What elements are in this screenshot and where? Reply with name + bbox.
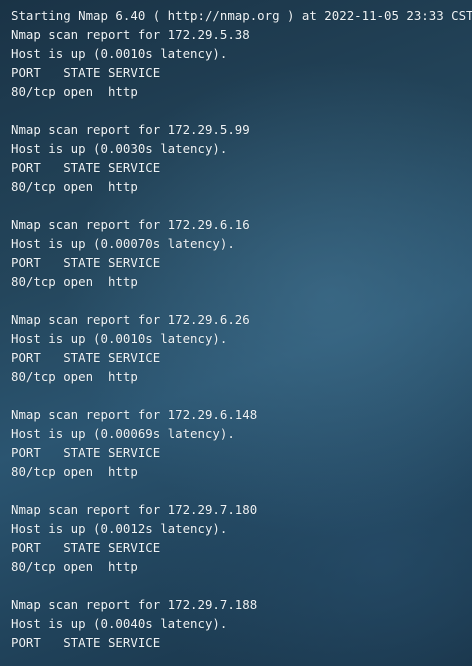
terminal-line: Nmap scan report for 172.29.6.16 <box>11 217 250 232</box>
terminal-line: Nmap scan report for 172.29.6.148 <box>11 407 258 422</box>
terminal-line: Nmap scan report for 172.29.7.188 <box>11 597 258 612</box>
terminal-line: PORT STATE SERVICE <box>11 540 161 555</box>
terminal-line: Nmap scan report for 172.29.5.38 <box>11 27 250 42</box>
terminal-line: PORT STATE SERVICE <box>11 350 161 365</box>
terminal-line: PORT STATE SERVICE <box>11 65 161 80</box>
terminal-line: Host is up (0.0012s latency). <box>11 521 228 536</box>
terminal-line: Nmap scan report for 172.29.6.26 <box>11 312 250 327</box>
terminal-line: Nmap scan report for 172.29.7.180 <box>11 502 258 517</box>
terminal-output: Starting Nmap 6.40 ( http://nmap.org ) a… <box>11 6 472 652</box>
terminal-line: PORT STATE SERVICE <box>11 445 161 460</box>
terminal-line: 80/tcp open http <box>11 464 138 479</box>
terminal-line: 80/tcp open http <box>11 84 138 99</box>
terminal-line: Host is up (0.0030s latency). <box>11 141 228 156</box>
terminal-line: Nmap scan report for 172.29.5.99 <box>11 122 250 137</box>
terminal-line: Host is up (0.00070s latency). <box>11 236 235 251</box>
terminal-line: Host is up (0.00069s latency). <box>11 426 235 441</box>
terminal-line: PORT STATE SERVICE <box>11 635 161 650</box>
terminal-line: Host is up (0.0010s latency). <box>11 46 228 61</box>
terminal-line: 80/tcp open http <box>11 274 138 289</box>
terminal-line: PORT STATE SERVICE <box>11 160 161 175</box>
terminal-line: Host is up (0.0040s latency). <box>11 616 228 631</box>
terminal-window[interactable]: Starting Nmap 6.40 ( http://nmap.org ) a… <box>0 0 472 666</box>
terminal-line: 80/tcp open http <box>11 559 138 574</box>
terminal-line: 80/tcp open http <box>11 179 138 194</box>
terminal-line: 80/tcp open http <box>11 369 138 384</box>
terminal-line: Starting Nmap 6.40 ( http://nmap.org ) a… <box>11 8 472 23</box>
terminal-line: Host is up (0.0010s latency). <box>11 331 228 346</box>
terminal-line: PORT STATE SERVICE <box>11 255 161 270</box>
